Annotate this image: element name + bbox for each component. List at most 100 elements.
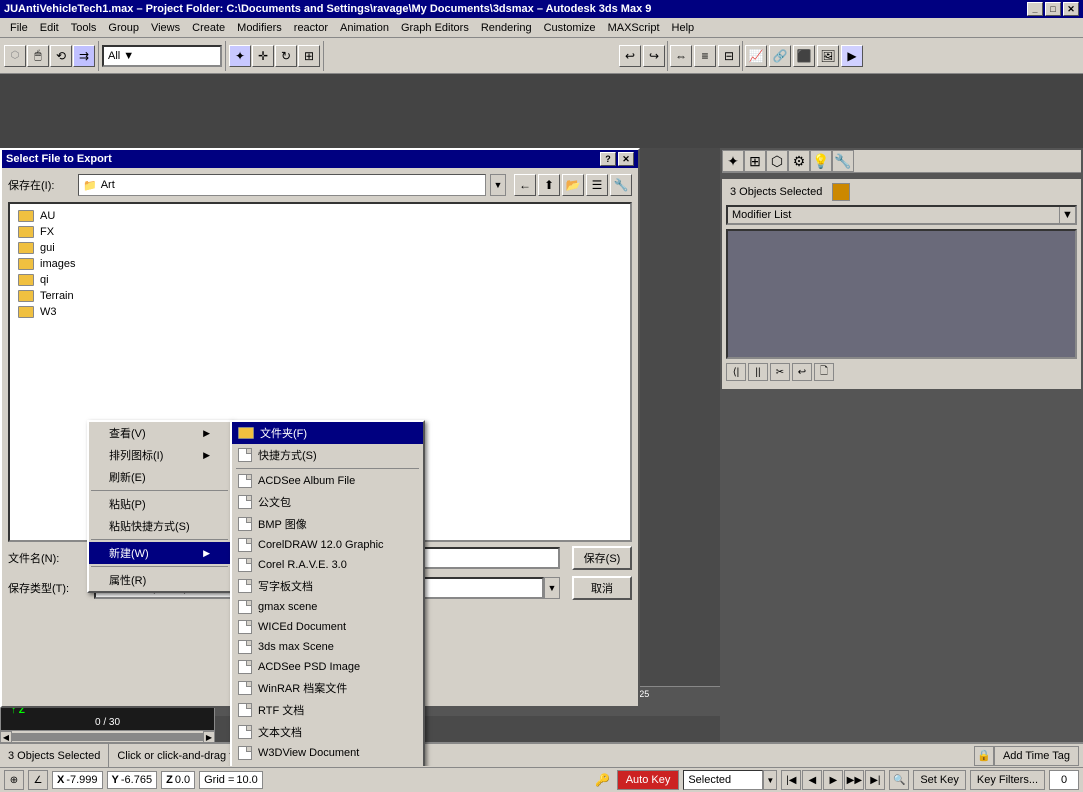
menu-create[interactable]: Create xyxy=(186,20,231,36)
modifier-stack[interactable] xyxy=(726,229,1077,359)
close-button[interactable]: ✕ xyxy=(1063,2,1079,16)
menu-help[interactable]: Help xyxy=(666,20,701,36)
ctx-view[interactable]: 查看(V) ▶ xyxy=(89,422,230,444)
file-item-FX[interactable]: FX xyxy=(14,224,626,240)
lock-btn[interactable]: 🔒 xyxy=(974,746,994,766)
quick-render-btn[interactable]: ▶ xyxy=(841,45,863,67)
menu-maxscript[interactable]: MAXScript xyxy=(602,20,666,36)
cancel-button[interactable]: 取消 xyxy=(572,576,632,600)
menu-modifiers[interactable]: Modifiers xyxy=(231,20,288,36)
sub-wiced[interactable]: WICEd Document xyxy=(232,617,423,637)
dialog-up-btn[interactable]: ⬆ xyxy=(538,174,560,196)
x-coord-field[interactable]: X -7.999 xyxy=(52,771,103,789)
sub-folder[interactable]: 文件夹(F) xyxy=(232,422,423,444)
tab-create[interactable]: ✦ xyxy=(722,150,744,172)
go-start-btn[interactable]: |◀ xyxy=(781,770,801,790)
sub-rtf[interactable]: RTF 文档 xyxy=(232,699,423,721)
render-scene-btn[interactable]: 🖼 xyxy=(817,45,839,67)
snap-angle-btn[interactable]: ∠ xyxy=(28,770,48,790)
dialog-tools-btn[interactable]: 🔧 xyxy=(610,174,632,196)
toolbar-btn-4[interactable]: ⇉ xyxy=(73,45,95,67)
sub-winamp[interactable]: Winamp media file xyxy=(232,763,423,766)
redo-btn[interactable]: ↪ xyxy=(643,45,665,67)
panel-cut-btn[interactable]: ✂ xyxy=(770,363,790,381)
sub-wordpad[interactable]: 写字板文档 xyxy=(232,575,423,597)
file-item-gui[interactable]: gui xyxy=(14,240,626,256)
scale-btn[interactable]: ⊞ xyxy=(298,45,320,67)
tab-utilities[interactable]: 🔧 xyxy=(832,150,854,172)
ctx-paste-shortcut[interactable]: 粘贴快捷方式(S) xyxy=(89,515,230,537)
auto-key-btn[interactable]: Auto Key xyxy=(617,770,680,790)
panel-undo-btn[interactable]: ↩ xyxy=(792,363,812,381)
add-time-tag-btn[interactable]: Add Time Tag xyxy=(994,746,1079,766)
ctx-paste[interactable]: 粘贴(P) xyxy=(89,493,230,515)
dialog-new-folder-btn[interactable]: 📂 xyxy=(562,174,584,196)
sub-rave[interactable]: Corel R.A.V.E. 3.0 xyxy=(232,555,423,575)
ctx-arrange[interactable]: 排列图标(I) ▶ xyxy=(89,444,230,466)
maximize-button[interactable]: □ xyxy=(1045,2,1061,16)
sub-acdsee-psd[interactable]: ACDSee PSD Image xyxy=(232,657,423,677)
undo-btn[interactable]: ↩ xyxy=(619,45,641,67)
tab-display[interactable]: 💡 xyxy=(810,150,832,172)
sub-coreldraw[interactable]: CorelDRAW 12.0 Graphic xyxy=(232,535,423,555)
search-btn[interactable]: 🔍 xyxy=(889,770,909,790)
menu-file[interactable]: File xyxy=(4,20,34,36)
tab-modify[interactable]: ⊞ xyxy=(744,150,766,172)
save-button[interactable]: 保存(S) xyxy=(572,546,632,570)
sub-3dsmax[interactable]: 3ds max Scene xyxy=(232,637,423,657)
sub-gmax[interactable]: gmax scene xyxy=(232,597,423,617)
play-btn[interactable]: ▶ xyxy=(823,770,843,790)
selected-arrow[interactable]: ▼ xyxy=(763,770,777,790)
toolbar-btn-2[interactable]: 🖱 xyxy=(27,45,49,67)
key-filters-btn[interactable]: Key Filters... xyxy=(970,770,1045,790)
move-btn[interactable]: ✛ xyxy=(252,45,274,67)
color-swatch[interactable] xyxy=(832,183,850,201)
menu-customize[interactable]: Customize xyxy=(538,20,602,36)
save-in-combo-arrow[interactable]: ▼ xyxy=(490,174,506,196)
dialog-back-btn[interactable]: ← xyxy=(514,174,536,196)
prev-frame-btn[interactable]: ◀ xyxy=(802,770,822,790)
modifier-list-combo[interactable]: Modifier List ▼ xyxy=(726,205,1077,225)
selection-filter-combo[interactable]: All ▼ xyxy=(102,45,222,67)
menu-tools[interactable]: Tools xyxy=(65,20,103,36)
save-in-combo[interactable]: 📁 Art xyxy=(78,174,486,196)
menu-reactor[interactable]: reactor xyxy=(288,20,334,36)
menu-animation[interactable]: Animation xyxy=(334,20,395,36)
dialog-close-btn[interactable]: ✕ xyxy=(618,152,634,166)
toolbar-btn-1[interactable]: ⬡ xyxy=(4,45,26,67)
tab-motion[interactable]: ⚙ xyxy=(788,150,810,172)
sub-briefcase[interactable]: 公文包 xyxy=(232,491,423,513)
align-btn[interactable]: ≡ xyxy=(694,45,716,67)
menu-views[interactable]: Views xyxy=(145,20,186,36)
menu-group[interactable]: Group xyxy=(102,20,145,36)
ctx-new[interactable]: 新建(W) ▶ xyxy=(89,542,230,564)
grid-field[interactable]: Grid = 10.0 xyxy=(199,771,263,789)
menu-graph-editors[interactable]: Graph Editors xyxy=(395,20,475,36)
sub-winrar[interactable]: WinRAR 档案文件 xyxy=(232,677,423,699)
selected-input[interactable] xyxy=(683,770,763,790)
panel-pin-btn[interactable]: ⟨| xyxy=(726,363,746,381)
file-item-W3[interactable]: W3 xyxy=(14,304,626,320)
select-btn[interactable]: ✦ xyxy=(229,45,251,67)
schematic-btn[interactable]: 🔗 xyxy=(769,45,791,67)
menu-rendering[interactable]: Rendering xyxy=(475,20,538,36)
sub-bmp[interactable]: BMP 图像 xyxy=(232,513,423,535)
file-item-qi[interactable]: qi xyxy=(14,272,626,288)
ctx-refresh[interactable]: 刷新(E) xyxy=(89,466,230,488)
next-frame-btn[interactable]: ▶| xyxy=(865,770,885,790)
play-all-btn[interactable]: ▶▶ xyxy=(844,770,864,790)
file-item-Terrain[interactable]: Terrain xyxy=(14,288,626,304)
curve-editor-btn[interactable]: 📈 xyxy=(745,45,767,67)
panel-pause-btn[interactable]: || xyxy=(748,363,768,381)
sub-acdsee-album[interactable]: ACDSee Album File xyxy=(232,471,423,491)
rotate-btn[interactable]: ↻ xyxy=(275,45,297,67)
frame-input[interactable] xyxy=(1049,770,1079,790)
menu-edit[interactable]: Edit xyxy=(34,20,65,36)
layer-btn[interactable]: ⊟ xyxy=(718,45,740,67)
set-key-btn[interactable]: Set Key xyxy=(913,770,966,790)
y-coord-field[interactable]: Y -6.765 xyxy=(107,771,158,789)
sub-text[interactable]: 文本文档 xyxy=(232,721,423,743)
file-item-AU[interactable]: AU xyxy=(14,208,626,224)
z-coord-field[interactable]: Z 0.0 xyxy=(161,771,195,789)
filetype-combo-arrow[interactable]: ▼ xyxy=(544,577,560,599)
